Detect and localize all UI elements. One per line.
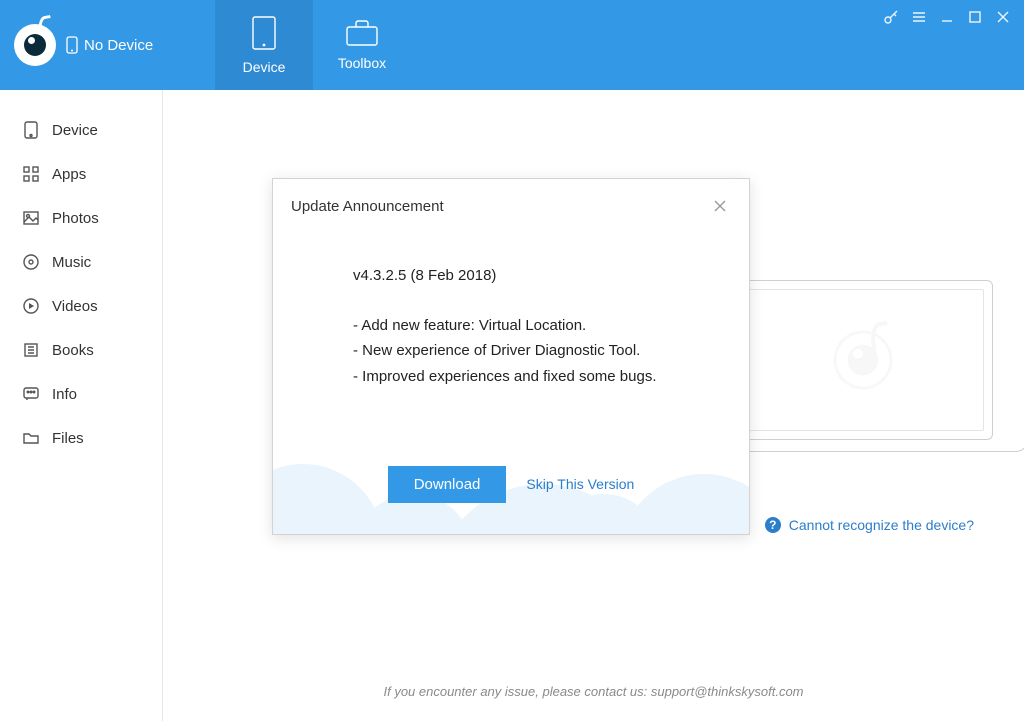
sidebar-item-label: Music — [52, 254, 91, 271]
top-tabs: Device Toolbox — [215, 0, 411, 90]
sidebar-item-label: Apps — [52, 166, 86, 183]
sidebar-item-info[interactable]: Info — [0, 372, 162, 416]
modal-body: v4.3.2.5 (8 Feb 2018) - Add new feature:… — [273, 223, 749, 389]
sidebar-item-label: Books — [52, 342, 94, 359]
tab-device[interactable]: Device — [215, 0, 313, 90]
device-tab-icon — [250, 15, 278, 51]
sidebar-item-label: Files — [52, 430, 84, 447]
main-area: Device Apps Photos Music Videos Books In… — [0, 90, 1024, 721]
app-logo-icon — [14, 24, 56, 66]
minimize-icon[interactable] — [934, 6, 960, 28]
maximize-icon[interactable] — [962, 6, 988, 28]
titlebar: No Device Device Toolbox — [0, 0, 1024, 90]
sidebar-item-videos[interactable]: Videos — [0, 284, 162, 328]
modal-version-line: v4.3.2.5 (8 Feb 2018) — [353, 263, 689, 289]
sidebar-item-label: Device — [52, 122, 98, 139]
sidebar-item-device[interactable]: Device — [0, 108, 162, 152]
videos-icon — [22, 298, 40, 314]
close-icon — [713, 199, 727, 213]
question-icon: ? — [765, 517, 781, 533]
download-button[interactable]: Download — [388, 466, 507, 503]
release-note: - Improved experiences and fixed some bu… — [353, 364, 689, 390]
device-icon — [22, 121, 40, 139]
sidebar-item-files[interactable]: Files — [0, 416, 162, 460]
books-icon — [22, 342, 40, 358]
info-icon — [22, 387, 40, 401]
brand-area: No Device — [0, 0, 215, 90]
content-area: ? Cannot recognize the device? If you en… — [163, 90, 1024, 721]
help-link-label: Cannot recognize the device? — [789, 517, 974, 533]
tab-toolbox-label: Toolbox — [338, 55, 386, 71]
music-icon — [22, 254, 40, 270]
photos-icon — [22, 211, 40, 225]
release-note: - Add new feature: Virtual Location. — [353, 313, 689, 339]
modal-title: Update Announcement — [291, 198, 444, 215]
sidebar-item-label: Videos — [52, 298, 98, 315]
help-recognize-link[interactable]: ? Cannot recognize the device? — [765, 517, 974, 533]
phone-outline-icon — [66, 36, 78, 54]
footer-text: If you encounter any issue, please conta… — [163, 684, 1024, 699]
sidebar-item-apps[interactable]: Apps — [0, 152, 162, 196]
sidebar-item-photos[interactable]: Photos — [0, 196, 162, 240]
key-icon[interactable] — [878, 6, 904, 28]
modal-close-button[interactable] — [709, 195, 731, 217]
tab-device-label: Device — [243, 59, 286, 75]
apps-icon — [22, 166, 40, 182]
window-controls — [870, 0, 1024, 34]
files-icon — [22, 431, 40, 445]
tab-toolbox[interactable]: Toolbox — [313, 0, 411, 90]
toolbox-icon — [345, 19, 379, 47]
skip-version-link[interactable]: Skip This Version — [526, 476, 634, 492]
close-window-icon[interactable] — [990, 6, 1016, 28]
sidebar-item-books[interactable]: Books — [0, 328, 162, 372]
sidebar-item-music[interactable]: Music — [0, 240, 162, 284]
sidebar: Device Apps Photos Music Videos Books In… — [0, 90, 163, 721]
sidebar-item-label: Photos — [52, 210, 99, 227]
sidebar-item-label: Info — [52, 386, 77, 403]
device-status-label: No Device — [84, 37, 153, 54]
menu-icon[interactable] — [906, 6, 932, 28]
device-status: No Device — [66, 36, 153, 54]
release-note: - New experience of Driver Diagnostic To… — [353, 338, 689, 364]
modal-footer: Download Skip This Version — [273, 434, 749, 534]
update-modal: Update Announcement v4.3.2.5 (8 Feb 2018… — [272, 178, 750, 535]
